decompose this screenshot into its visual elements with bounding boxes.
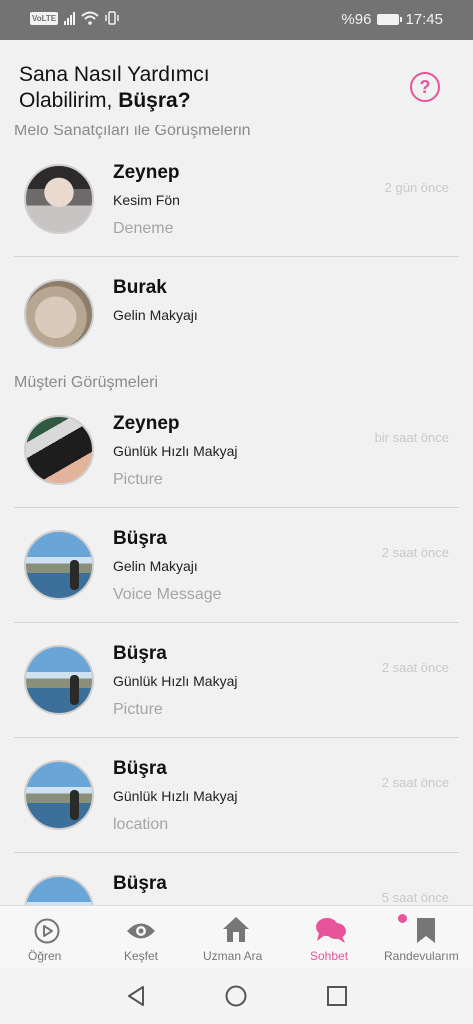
avatar bbox=[24, 530, 94, 600]
status-right: %96 17:45 bbox=[341, 11, 443, 28]
contact-name: Büşra bbox=[113, 528, 167, 549]
vibrate-icon bbox=[105, 11, 119, 25]
bookmark-icon bbox=[417, 918, 435, 943]
clock: 17:45 bbox=[405, 11, 443, 28]
chat-bubble-icon bbox=[316, 918, 346, 943]
last-message: location bbox=[113, 816, 169, 833]
avatar bbox=[24, 875, 94, 905]
avatar bbox=[24, 164, 94, 234]
conversation-row[interactable]: Zeynep Günlük Hızlı Makyaj Picture bir s… bbox=[14, 393, 459, 508]
conversation-row[interactable]: Büşra Günlük Hızlı Makyaj location 2 saa… bbox=[14, 738, 459, 853]
question-circle-icon[interactable]: ? bbox=[410, 72, 440, 102]
service-name: Gelin Makyajı bbox=[113, 558, 198, 574]
contact-name: Büşra bbox=[113, 643, 167, 664]
system-nav-bar bbox=[0, 968, 473, 1024]
status-left: VoLTE bbox=[30, 11, 119, 25]
eye-icon bbox=[127, 923, 155, 939]
greeting-prefix: Olabilirim, bbox=[19, 89, 113, 112]
message-time: 2 saat önce bbox=[381, 775, 449, 790]
contact-name: Zeynep bbox=[113, 413, 180, 434]
nav-label: Uzman Ara bbox=[203, 949, 263, 963]
service-name: Günlük Hızlı Makyaj bbox=[113, 788, 238, 804]
conversation-row[interactable]: Büşra Günlük Hızlı Makyaj Picture 2 saat… bbox=[14, 623, 459, 738]
nav-item-uzman-ara[interactable]: Uzman Ara bbox=[188, 906, 283, 969]
service-name: Günlük Hızlı Makyaj bbox=[113, 443, 238, 459]
section-title-artists: Melo Sanatçıları ile Görüşmelerin bbox=[14, 125, 251, 139]
service-name: Gelin Makyajı bbox=[113, 307, 198, 323]
battery-icon bbox=[377, 14, 403, 25]
recents-icon[interactable] bbox=[326, 985, 348, 1007]
message-time: bir saat önce bbox=[374, 430, 449, 445]
bottom-nav: Öğren Keşfet Uzman Ara Sohbet Randevular… bbox=[0, 905, 473, 968]
home-icon bbox=[223, 917, 249, 942]
service-name: Günlük Hızlı Makyaj bbox=[113, 673, 238, 689]
nav-item-kesfet[interactable]: Keşfet bbox=[94, 906, 188, 969]
contact-name: Burak bbox=[113, 277, 167, 298]
message-time: 2 saat önce bbox=[381, 545, 449, 560]
home-button-icon[interactable] bbox=[225, 985, 247, 1007]
last-message: Picture bbox=[113, 471, 163, 488]
nav-item-sohbet[interactable]: Sohbet bbox=[283, 906, 378, 969]
message-time: 5 saat önce bbox=[381, 890, 449, 905]
nav-label: Sohbet bbox=[310, 949, 349, 963]
back-icon[interactable] bbox=[125, 985, 147, 1007]
message-time: 2 saat önce bbox=[381, 660, 449, 675]
last-message: Deneme bbox=[113, 220, 174, 237]
nav-label: Keşfet bbox=[124, 949, 159, 963]
status-bar: VoLTE %96 17:45 bbox=[0, 0, 473, 40]
contact-name: Zeynep bbox=[113, 162, 180, 183]
conversation-row[interactable]: Burak Gelin Makyajı bbox=[14, 257, 459, 362]
nav-item-randevularim[interactable]: Randevularım bbox=[378, 906, 473, 969]
conversation-row[interactable]: Büşra 5 saat önce bbox=[14, 853, 459, 905]
header: Sana Nasıl Yardımcı Olabilirim, Büşra? ? bbox=[0, 40, 473, 125]
greeting-line-1: Sana Nasıl Yardımcı bbox=[19, 63, 210, 86]
avatar bbox=[24, 415, 94, 485]
volte-indicator: VoLTE bbox=[30, 11, 59, 25]
last-message: Voice Message bbox=[113, 586, 222, 603]
message-time: 2 gün önce bbox=[384, 180, 449, 195]
last-message: Picture bbox=[113, 701, 163, 718]
user-name: Büşra? bbox=[118, 89, 191, 112]
avatar bbox=[24, 760, 94, 830]
notification-dot bbox=[398, 914, 407, 923]
play-circle-icon bbox=[34, 918, 60, 944]
contact-name: Büşra bbox=[113, 873, 167, 894]
conversation-list: Melo Sanatçıları ile Görüşmelerin Zeynep… bbox=[0, 125, 473, 905]
battery-percent: %96 bbox=[341, 11, 372, 28]
contact-name: Büşra bbox=[113, 758, 167, 779]
signal-icon bbox=[64, 11, 76, 25]
service-name: Kesim Fön bbox=[113, 192, 180, 208]
nav-item-ogren[interactable]: Öğren bbox=[0, 906, 94, 969]
avatar bbox=[24, 279, 94, 349]
avatar bbox=[24, 645, 94, 715]
conversation-row[interactable]: Zeynep Kesim Fön Deneme 2 gün önce bbox=[14, 147, 459, 257]
section-title-customers: Müşteri Görüşmeleri bbox=[14, 374, 159, 391]
greeting: Sana Nasıl Yardımcı Olabilirim, Büşra? bbox=[19, 62, 319, 114]
greeting-line-2: Olabilirim, Büşra? bbox=[19, 88, 319, 114]
conversation-row[interactable]: Büşra Gelin Makyajı Voice Message 2 saat… bbox=[14, 508, 459, 623]
nav-label: Randevularım bbox=[384, 949, 459, 963]
wifi-icon bbox=[81, 11, 99, 25]
nav-label: Öğren bbox=[28, 949, 62, 963]
